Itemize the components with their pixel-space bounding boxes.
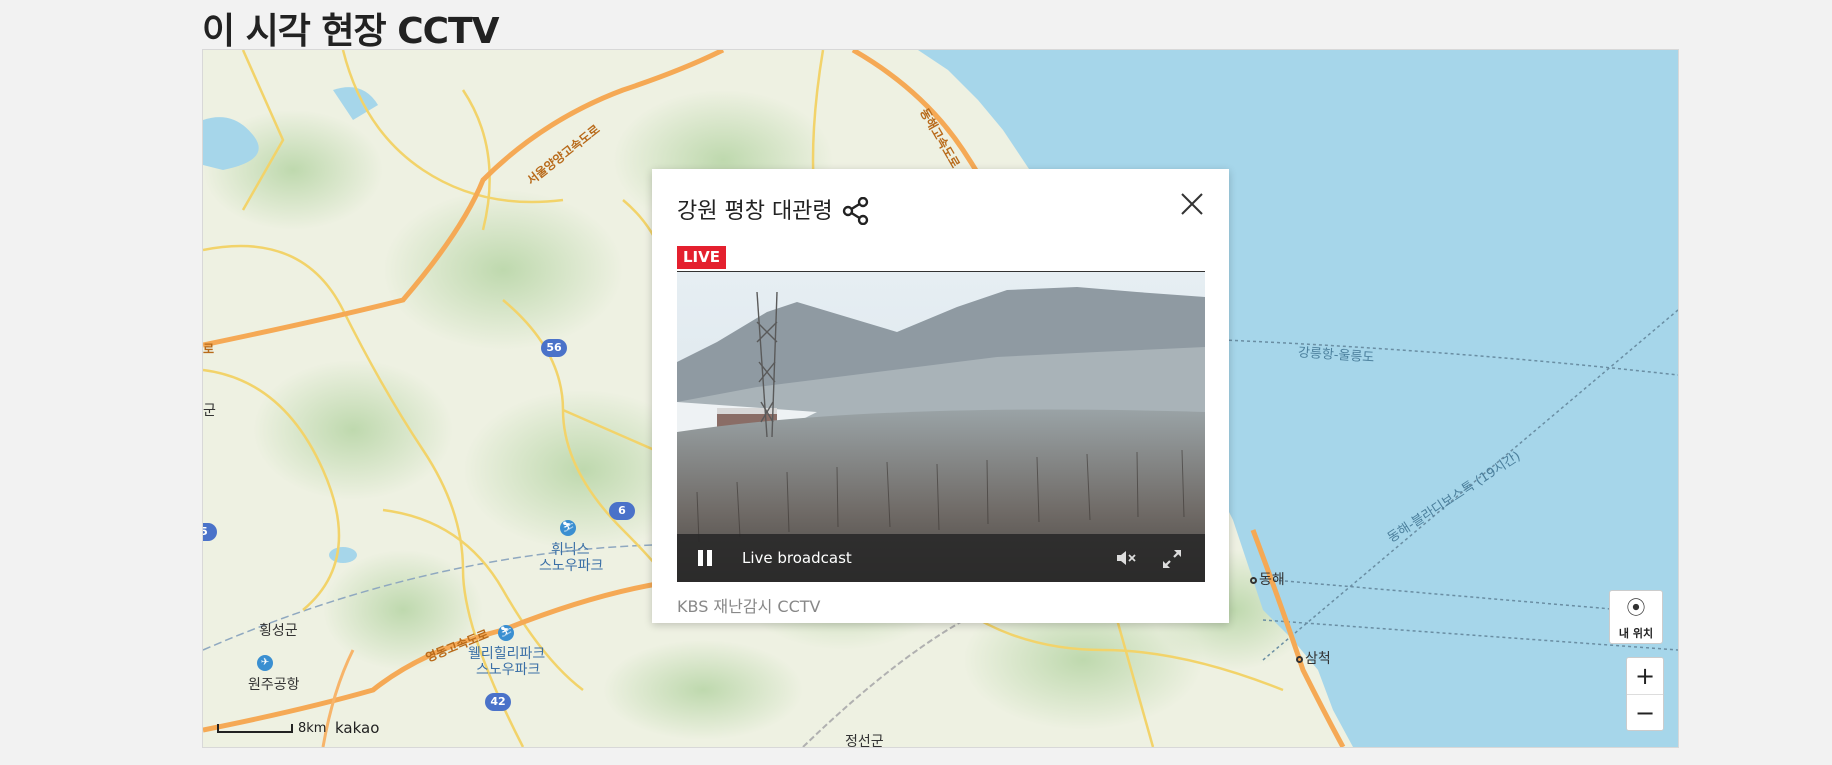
map-label-ro: 로 (203, 342, 215, 356)
player-controls: Live broadcast (677, 534, 1205, 582)
map-label-wonju-airport: 원주공항 (248, 677, 300, 693)
pause-icon[interactable] (695, 548, 715, 568)
crosshair-icon: ⦿ (1626, 597, 1646, 619)
my-location-button[interactable]: ⦿ 내 위치 (1609, 590, 1663, 644)
scale-label: 8km (298, 721, 327, 736)
city-donghae-label: 동해 (1259, 572, 1285, 588)
zoom-in-button[interactable]: + (1627, 658, 1663, 694)
airport-icon: ✈ (257, 655, 273, 671)
map-scale: 8km (217, 721, 326, 736)
cctv-title: 강원 평창 대관령 (677, 199, 833, 224)
city-samcheok: 삼척 (1296, 648, 1331, 668)
route-marker-42: 42 (485, 693, 511, 711)
share-icon[interactable] (842, 197, 870, 225)
close-icon (1181, 193, 1203, 215)
city-dot-icon (1296, 655, 1303, 663)
cctv-popup: 강원 평창 대관령 LIVE Live broadcast KBS 재난감시 C… (652, 169, 1229, 623)
city-donghae: 동해 (1250, 569, 1285, 589)
cctv-source: KBS 재난감시 CCTV (677, 597, 821, 616)
map-label-phoenix-2: 스노우파크 (539, 558, 604, 574)
fullscreen-icon[interactable] (1161, 548, 1183, 570)
kakao-logo: kakao (335, 719, 380, 737)
live-badge: LIVE (677, 246, 726, 269)
route-marker-56: 56 (541, 339, 567, 357)
map-label-hoengseong: 횡성군 (259, 623, 298, 639)
ski-resort-icon: ⛷ (560, 520, 576, 536)
city-dot-icon (1250, 576, 1257, 584)
cctv-video-player[interactable]: Live broadcast (677, 272, 1205, 582)
zoom-control: + − (1626, 657, 1664, 731)
city-samcheok-label: 삼척 (1305, 651, 1331, 667)
map-label-gun: 군 (203, 403, 216, 419)
mute-icon[interactable] (1115, 549, 1137, 567)
scale-bar (217, 724, 293, 733)
page-title: 이 시각 현장 CCTV (202, 11, 499, 52)
map-label-welli-2: 스노우파크 (476, 662, 541, 678)
player-status: Live broadcast (742, 549, 852, 567)
route-marker-6: 6 (609, 502, 635, 520)
zoom-out-button[interactable]: − (1627, 694, 1663, 730)
map-label-jeongseon: 정선군 (845, 734, 884, 748)
my-location-label: 내 위치 (1618, 627, 1654, 640)
close-button[interactable] (1177, 189, 1207, 219)
ski-resort-icon: ⛷ (498, 625, 514, 641)
